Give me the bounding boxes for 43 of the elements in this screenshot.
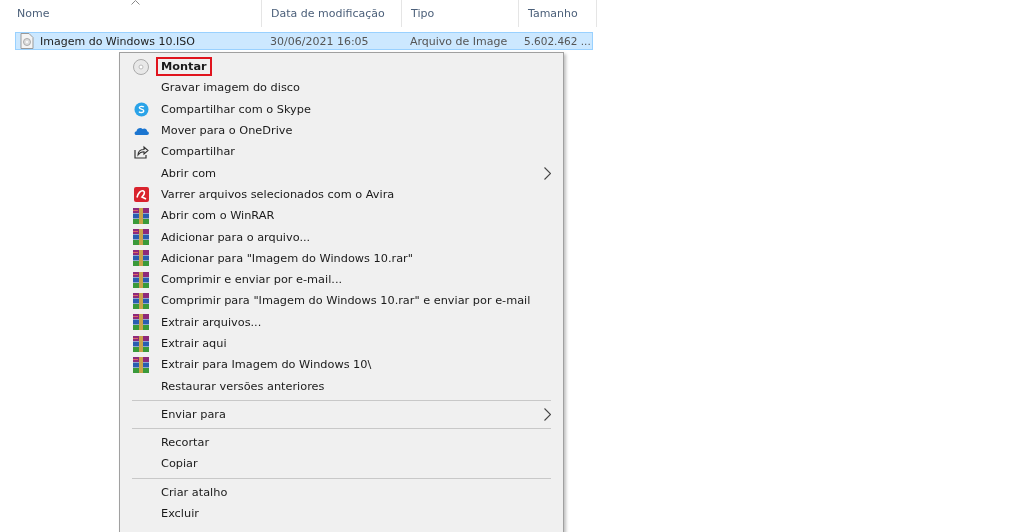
menu-item[interactable]: Gravar imagem do disco	[122, 77, 561, 99]
file-type: Arquivo de Image	[410, 34, 508, 48]
menu-item[interactable]: Abrir com o WinRAR	[122, 205, 561, 227]
file-row[interactable]: Imagem do Windows 10.ISO 30/06/2021 16:05 Arquivo de Image 5.602.462 ...	[15, 32, 593, 50]
menu-item[interactable]: Restaurar versões anteriores	[122, 375, 561, 397]
menu-item[interactable]: Compartilhar com o Skype	[122, 98, 561, 120]
menu-item[interactable]: Comprimir para "Imagem do Windows 10.rar" e enviar por e-mail	[122, 290, 561, 312]
books-stack-icon	[133, 229, 149, 245]
menu-item[interactable]: Extrair aqui	[122, 332, 561, 355]
menu-item[interactable]: Adicionar para "Imagem do Windows 10.rar"	[122, 247, 561, 269]
column-header[interactable]: Nome	[8, 0, 262, 27]
skype-icon	[133, 101, 149, 117]
column-header[interactable]: Tipo	[402, 0, 519, 27]
file-name: Imagem do Windows 10.ISO	[40, 34, 195, 48]
menu-item[interactable]: Extrair arquivos...	[122, 311, 561, 333]
books-stack-icon	[133, 335, 149, 352]
column-header[interactable]: Tamanho	[519, 0, 597, 27]
menu-item[interactable]: Mover para o OneDrive	[122, 119, 561, 142]
books-stack-icon	[133, 314, 149, 331]
file-size: 5.602.462 ...	[524, 35, 591, 47]
share-icon	[133, 144, 149, 159]
menu-item[interactable]: Varrer arquivos selecionados com o Avira	[122, 183, 561, 206]
cloud-icon	[133, 126, 149, 136]
disc-file-icon	[20, 33, 34, 49]
menu-item[interactable]: Excluir	[122, 502, 561, 525]
books-stack-icon	[133, 271, 149, 288]
menu-item[interactable]: Criar atalho	[122, 481, 561, 503]
menu-item[interactable]: Copiar	[122, 453, 561, 475]
menu-item[interactable]: Enviar para	[122, 403, 561, 426]
books-stack-icon	[133, 207, 149, 224]
menu-item[interactable]: Adicionar para o arquivo...	[122, 226, 561, 248]
menu-item[interactable]: Extrair para Imagem do Windows 10\	[122, 354, 561, 376]
menu-item[interactable]: Abrir com	[122, 162, 561, 184]
books-stack-icon	[133, 250, 149, 267]
menu-item[interactable]: Recortar	[122, 432, 561, 454]
menu-item[interactable]: Montar	[122, 56, 561, 78]
books-stack-icon	[133, 356, 149, 373]
disc-icon	[133, 58, 149, 75]
menu-item[interactable]: Comprimir e enviar por e-mail...	[122, 268, 561, 291]
books-stack-icon	[133, 292, 149, 309]
file-date: 30/06/2021 16:05	[270, 34, 369, 48]
menu-item[interactable]: Compartilhar	[122, 141, 561, 163]
column-header[interactable]: Data de modificação	[262, 0, 402, 27]
